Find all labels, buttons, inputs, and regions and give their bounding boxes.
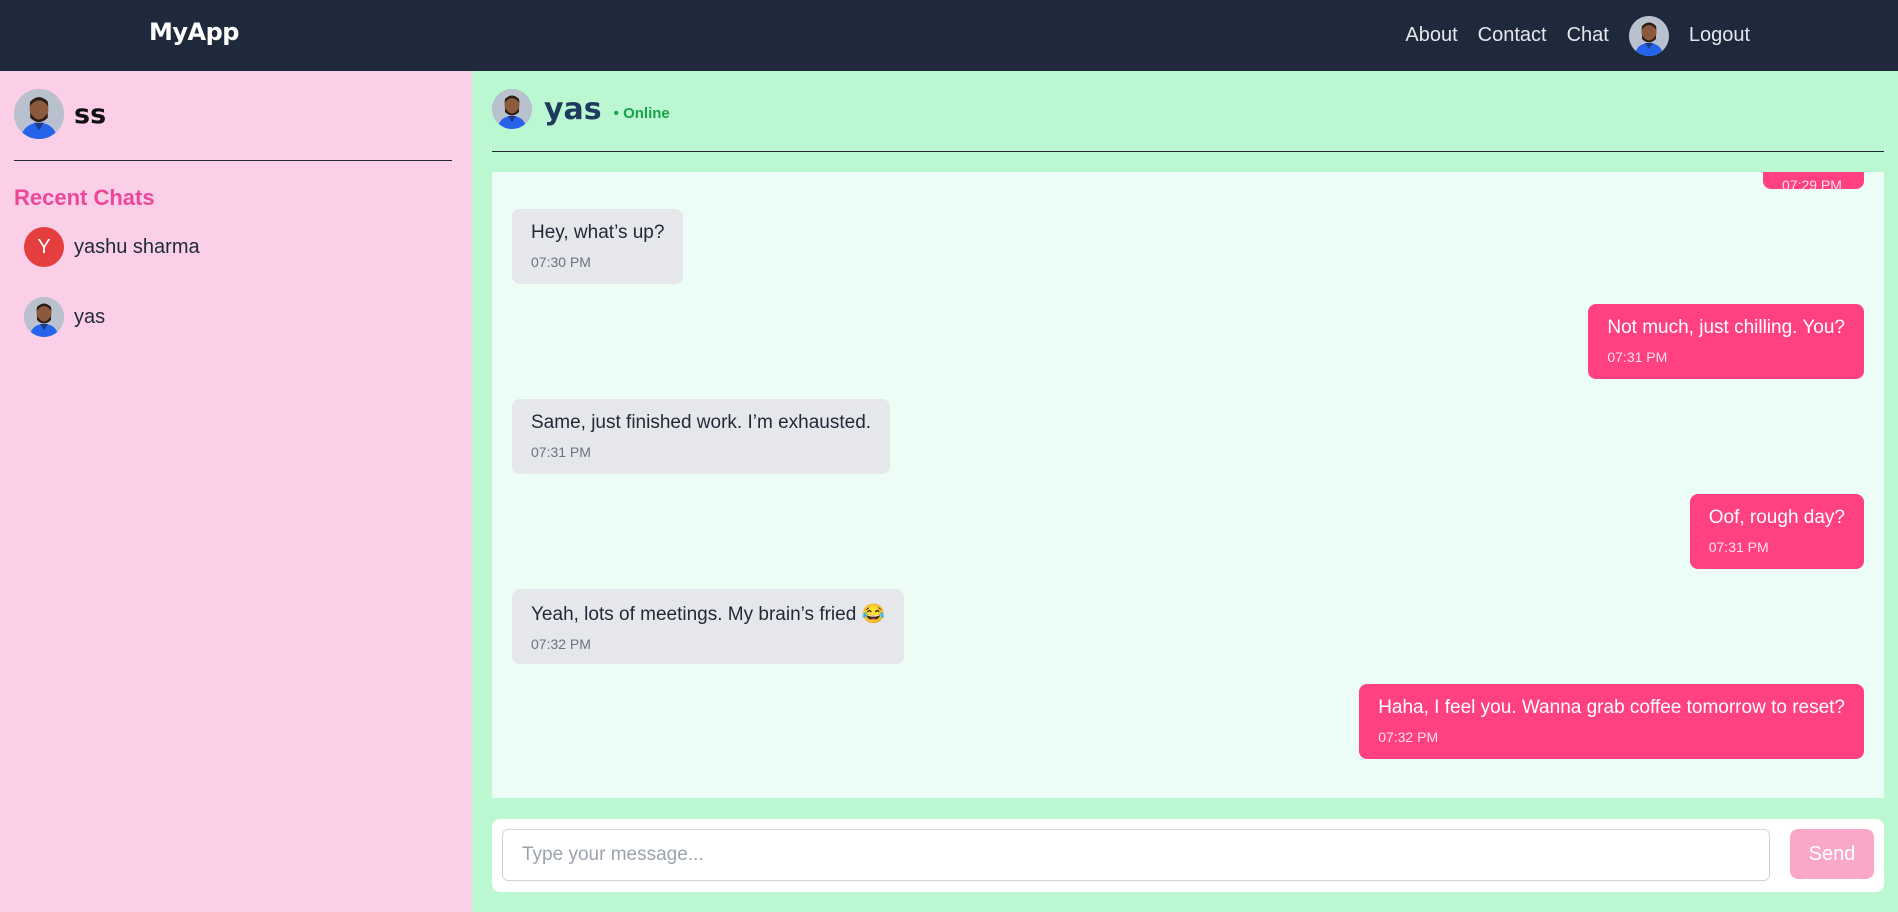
message-time: 07:29 PM bbox=[1782, 177, 1842, 193]
message-text: Yeah, lots of meetings. My brain’s fried… bbox=[531, 604, 886, 625]
nav-link-chat[interactable]: Chat bbox=[1567, 24, 1609, 47]
message-text: Oof, rough day? bbox=[1708, 507, 1845, 528]
message-bubble-outgoing: Not much, just chilling. You? 07:31 PM bbox=[1588, 304, 1864, 379]
message-bubble-outgoing: Oof, rough day? 07:31 PM bbox=[1689, 494, 1864, 569]
message-text: Haha, I feel you. Wanna grab coffee tomo… bbox=[1378, 697, 1845, 718]
message-time: 07:32 PM bbox=[1378, 729, 1439, 745]
message-time: 07:31 PM bbox=[531, 444, 591, 460]
recent-chat-name: yas bbox=[74, 305, 106, 328]
logout-link[interactable]: Logout bbox=[1689, 24, 1750, 47]
message-text: Same, just finished work. I’m exhausted. bbox=[531, 412, 872, 433]
message-text: Hey, what’s up? bbox=[531, 222, 665, 243]
message-input[interactable] bbox=[502, 829, 1770, 881]
contact-name: yas bbox=[544, 91, 602, 127]
brand-logo[interactable]: MyApp bbox=[149, 18, 239, 46]
recent-chat-name: yashu sharma bbox=[74, 235, 200, 258]
message-bubble-incoming: Hey, what’s up? 07:30 PM bbox=[512, 209, 684, 284]
recent-chat-avatar bbox=[24, 297, 64, 337]
initial-avatar: Y bbox=[24, 227, 64, 267]
sidebar: ss Recent Chats Y yashu sharma yas bbox=[0, 71, 472, 912]
send-button[interactable]: Send bbox=[1790, 829, 1874, 879]
chat-header: yas • Online bbox=[492, 89, 670, 129]
message-list[interactable]: 07:29 PM Hey, what’s up? 07:30 PM Not mu… bbox=[492, 172, 1884, 798]
message-time: 07:31 PM bbox=[1607, 349, 1668, 365]
message-bubble-incoming: Yeah, lots of meetings. My brain’s fried… bbox=[512, 589, 905, 664]
header-divider bbox=[492, 151, 1884, 152]
message-composer: Send bbox=[492, 819, 1884, 892]
recent-chat-item[interactable]: Y yashu sharma bbox=[24, 227, 200, 267]
top-navbar: MyApp About Contact Chat Logout bbox=[0, 0, 1898, 71]
nav-user-avatar[interactable] bbox=[1629, 16, 1669, 56]
message-text: Not much, just chilling. You? bbox=[1607, 317, 1845, 338]
recent-chat-item[interactable]: yas bbox=[24, 297, 105, 337]
message-bubble-outgoing: Haha, I feel you. Wanna grab coffee tomo… bbox=[1359, 684, 1864, 759]
message-time: 07:31 PM bbox=[1708, 539, 1769, 555]
message-time: 07:30 PM bbox=[531, 254, 591, 270]
contact-avatar bbox=[492, 89, 532, 129]
chat-panel: yas • Online 07:29 PM Hey, what’s up? 07… bbox=[472, 71, 1898, 912]
current-user: ss bbox=[14, 89, 106, 139]
nav-links: About Contact Chat Logout bbox=[1405, 0, 1750, 71]
sidebar-divider bbox=[14, 160, 452, 161]
nav-link-about[interactable]: About bbox=[1405, 24, 1457, 47]
online-status: • Online bbox=[613, 104, 670, 122]
recent-chats-title: Recent Chats bbox=[14, 185, 155, 210]
current-user-name: ss bbox=[74, 98, 107, 130]
message-bubble-outgoing: 07:29 PM bbox=[1763, 172, 1864, 193]
nav-link-contact[interactable]: Contact bbox=[1478, 24, 1547, 47]
current-user-avatar bbox=[14, 89, 64, 139]
message-time: 07:32 PM bbox=[531, 636, 591, 652]
message-bubble-incoming: Same, just finished work. I’m exhausted.… bbox=[512, 399, 891, 474]
